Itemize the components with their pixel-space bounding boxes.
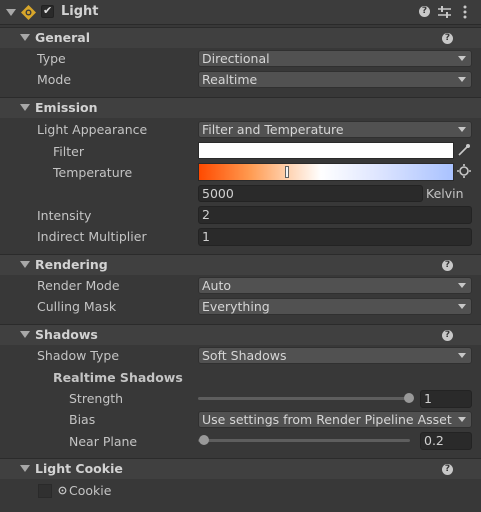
- object-picker-icon[interactable]: [58, 486, 67, 495]
- section-title: Rendering: [35, 257, 108, 272]
- realtime-shadows-heading: Realtime Shadows: [53, 370, 183, 385]
- section-title: Light Cookie: [35, 461, 123, 476]
- shadows-section-header[interactable]: Shadows ?: [0, 324, 481, 345]
- bias-dropdown[interactable]: Use settings from Render Pipeline Asset: [198, 411, 472, 428]
- cookie-texture-slot[interactable]: [38, 484, 52, 498]
- temperature-label: Temperature: [53, 165, 133, 180]
- intensity-input[interactable]: 2: [198, 206, 472, 224]
- component-title: Light: [61, 4, 99, 19]
- mode-label: Mode: [37, 72, 72, 87]
- chevron-down-icon: [458, 56, 466, 61]
- gear-icon[interactable]: [456, 163, 472, 179]
- section-title: Emission: [35, 100, 98, 115]
- component-header: ✔ Light ?: [0, 0, 481, 25]
- foldout-arrow-icon[interactable]: [20, 34, 30, 41]
- filter-label: Filter: [53, 144, 84, 159]
- temperature-slider-track[interactable]: [198, 163, 454, 181]
- mode-dropdown[interactable]: Realtime: [198, 71, 472, 88]
- foldout-arrow-icon[interactable]: [20, 104, 30, 111]
- shadow-type-dropdown[interactable]: Soft Shadows: [198, 347, 472, 364]
- rendering-section-header[interactable]: Rendering ?: [0, 254, 481, 275]
- chevron-down-icon: [458, 304, 466, 309]
- chevron-down-icon: [458, 353, 466, 358]
- indirect-multiplier-input[interactable]: 1: [198, 228, 472, 246]
- bias-value: Use settings from Render Pipeline Asset: [202, 412, 452, 427]
- help-icon[interactable]: ?: [442, 33, 453, 44]
- general-section-header[interactable]: General ?: [0, 27, 481, 48]
- culling-mask-value: Everything: [202, 299, 270, 314]
- culling-mask-dropdown[interactable]: Everything: [198, 298, 472, 315]
- cookie-label: Cookie: [69, 483, 112, 498]
- shadow-type-label: Shadow Type: [37, 348, 120, 363]
- strength-value: 1: [424, 391, 432, 406]
- shadow-type-value: Soft Shadows: [202, 348, 287, 363]
- near-plane-label: Near Plane: [69, 434, 138, 449]
- foldout-arrow-icon[interactable]: [6, 9, 16, 16]
- temperature-slider-handle[interactable]: [285, 166, 289, 178]
- strength-label: Strength: [69, 391, 124, 406]
- temperature-unit: Kelvin: [426, 186, 464, 201]
- light-appearance-dropdown[interactable]: Filter and Temperature: [198, 121, 472, 138]
- near-plane-value: 0.2: [424, 433, 444, 448]
- strength-slider-handle[interactable]: [404, 393, 414, 403]
- checkmark-icon: ✔: [43, 4, 53, 17]
- chevron-down-icon: [458, 417, 466, 422]
- help-icon[interactable]: ?: [442, 464, 453, 475]
- near-plane-input[interactable]: 0.2: [420, 432, 472, 450]
- help-icon[interactable]: ?: [442, 330, 453, 341]
- intensity-label: Intensity: [37, 208, 92, 223]
- filter-color-field[interactable]: [198, 142, 454, 159]
- near-plane-slider-handle[interactable]: [199, 435, 209, 445]
- intensity-value: 2: [202, 207, 210, 222]
- light-cookie-section-header[interactable]: Light Cookie ?: [0, 458, 481, 479]
- foldout-arrow-icon[interactable]: [20, 465, 30, 472]
- help-icon[interactable]: ?: [419, 6, 430, 17]
- chevron-down-icon: [458, 127, 466, 132]
- render-mode-label: Render Mode: [37, 278, 120, 293]
- indirect-multiplier-value: 1: [202, 229, 210, 244]
- near-plane-slider-track[interactable]: [198, 439, 410, 442]
- foldout-arrow-icon[interactable]: [20, 261, 30, 268]
- culling-mask-label: Culling Mask: [37, 299, 117, 314]
- chevron-down-icon: [458, 77, 466, 82]
- temperature-value: 5000: [202, 186, 234, 201]
- render-mode-dropdown[interactable]: Auto: [198, 277, 472, 294]
- presets-icon[interactable]: [438, 6, 451, 18]
- type-label: Type: [37, 51, 66, 66]
- render-mode-value: Auto: [202, 278, 232, 293]
- section-title: Shadows: [35, 327, 98, 342]
- temperature-input[interactable]: 5000: [198, 185, 423, 202]
- help-icon[interactable]: ?: [442, 260, 453, 271]
- foldout-arrow-icon[interactable]: [20, 331, 30, 338]
- light-appearance-value: Filter and Temperature: [202, 122, 344, 137]
- eyedropper-icon[interactable]: [457, 143, 471, 157]
- section-title: General: [35, 30, 90, 45]
- strength-input[interactable]: 1: [420, 390, 472, 408]
- bias-label: Bias: [69, 412, 96, 427]
- chevron-down-icon: [458, 283, 466, 288]
- mode-value: Realtime: [202, 72, 258, 87]
- type-dropdown[interactable]: Directional: [198, 50, 472, 67]
- light-icon: [21, 5, 36, 20]
- indirect-multiplier-label: Indirect Multiplier: [37, 229, 147, 244]
- type-value: Directional: [202, 51, 270, 66]
- enabled-checkbox[interactable]: ✔: [41, 4, 54, 18]
- strength-slider-track[interactable]: [198, 397, 410, 400]
- kebab-menu-icon[interactable]: [463, 5, 467, 19]
- emission-section-header[interactable]: Emission: [0, 97, 481, 118]
- light-appearance-label: Light Appearance: [37, 122, 148, 137]
